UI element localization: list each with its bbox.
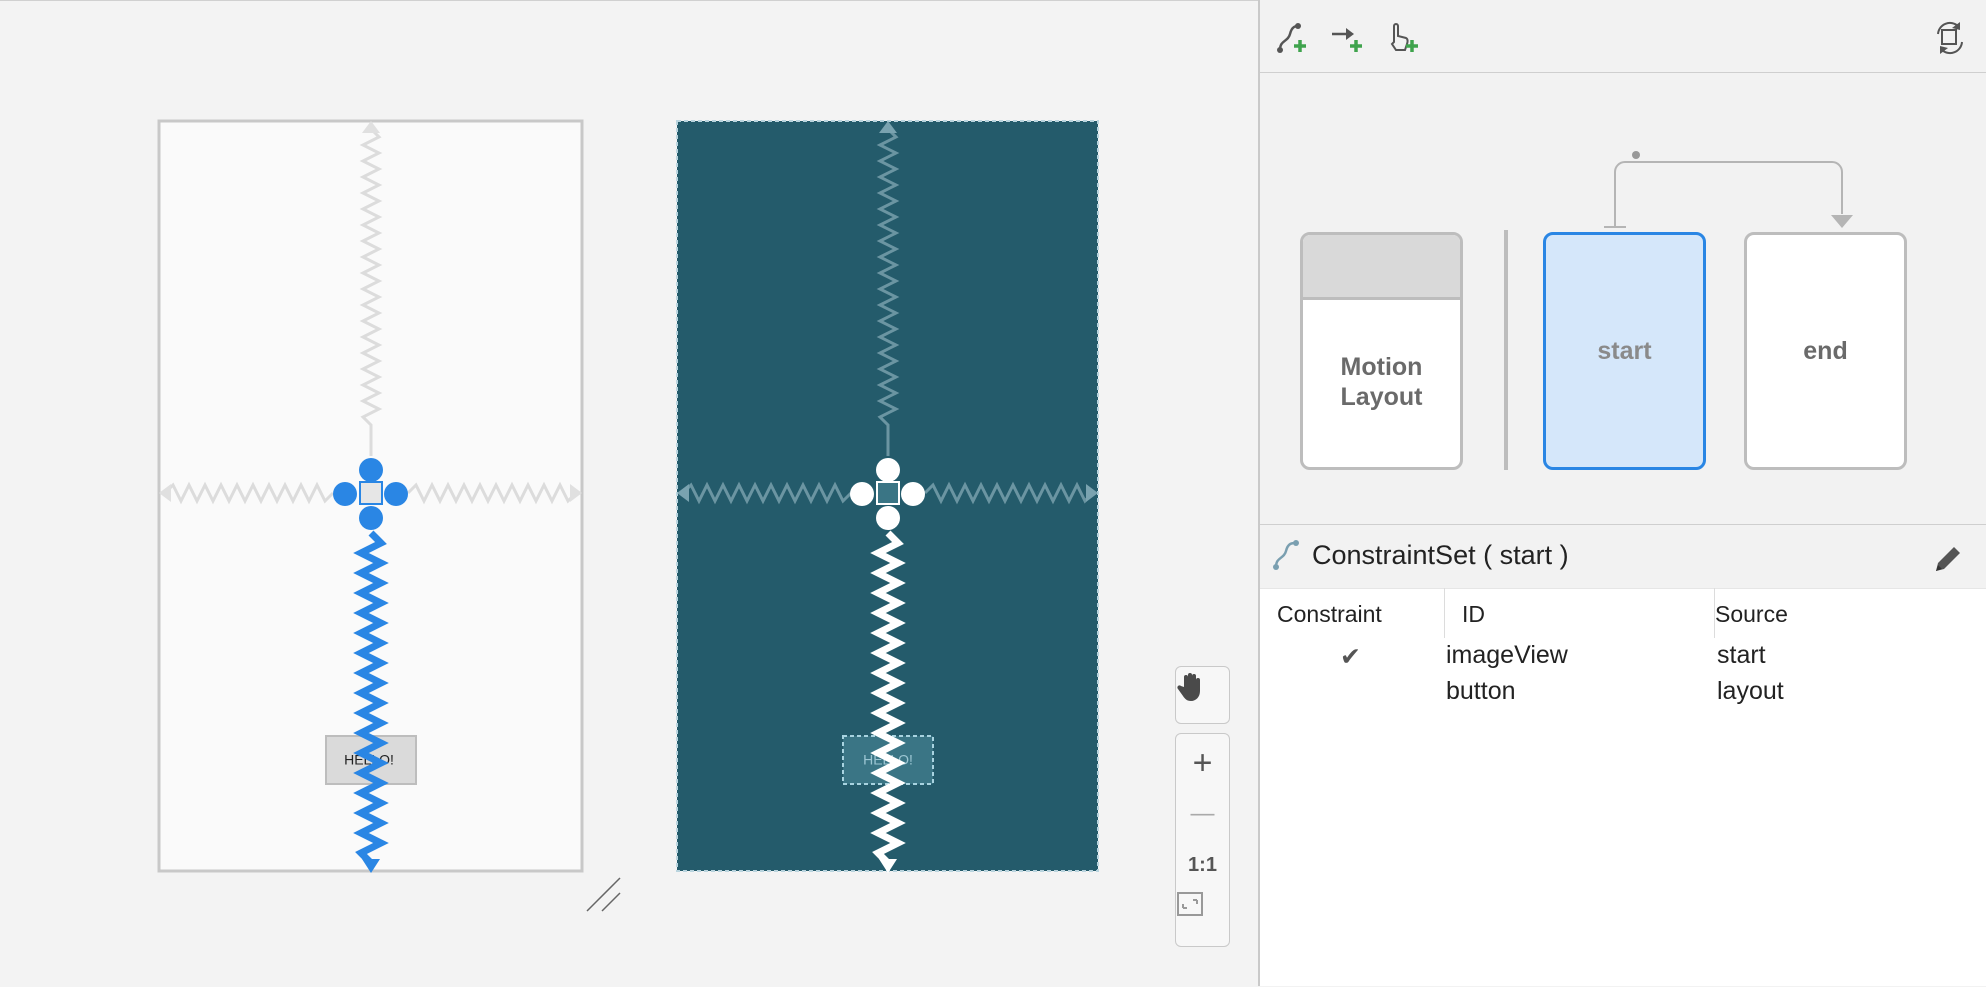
row-constraint-check: ✔ <box>1340 643 1361 671</box>
design-canvas: HELLO! HELLO! <box>157 119 1099 912</box>
transition-graph: Motion Layout start end <box>1260 72 1986 525</box>
top-handle-end[interactable] <box>876 458 900 482</box>
state-motion-layout[interactable]: Motion Layout <box>1300 232 1463 470</box>
state-start[interactable]: start <box>1543 232 1706 470</box>
actual-size-button[interactable]: 1:1 <box>1176 840 1229 890</box>
constraint-table-body: ✔ imageView start button layout <box>1260 638 1986 986</box>
constraintset-icon <box>1273 540 1299 570</box>
zoom-toolbar: + — 1:1 <box>1175 733 1230 947</box>
state-end-label: end <box>1803 337 1848 365</box>
hand-icon[interactable] <box>1176 671 1229 721</box>
constraintset-title: ConstraintSet ( start ) <box>1312 540 1569 570</box>
start-screen[interactable]: HELLO! <box>157 119 584 873</box>
left-handle-end[interactable] <box>850 482 874 506</box>
left-handle-start[interactable] <box>333 482 357 506</box>
zoom-out-button[interactable]: — <box>1176 789 1229 839</box>
fit-screen-icon[interactable] <box>1176 891 1229 941</box>
top-handle-start[interactable] <box>359 458 383 482</box>
column-header-constraint[interactable]: Constraint <box>1277 601 1382 628</box>
state-start-label: start <box>1597 337 1652 365</box>
cycle-layout-icon[interactable] <box>1932 20 1968 56</box>
end-screen[interactable]: HELLO! <box>676 120 1099 873</box>
state-end[interactable]: end <box>1744 232 1907 470</box>
design-canvas-area: HELLO! HELLO! + — 1:1 <box>0 0 1258 987</box>
table-row[interactable]: ✔ imageView start <box>1260 638 1986 674</box>
column-header-id[interactable]: ID <box>1462 601 1485 628</box>
bottom-handle-end[interactable] <box>876 506 900 530</box>
row-id: imageView <box>1446 641 1568 669</box>
zoom-in-button[interactable]: + <box>1176 738 1229 788</box>
create-click-handler-icon[interactable] <box>1386 20 1422 56</box>
right-handle-start[interactable] <box>384 482 408 506</box>
bottom-handle-start[interactable] <box>359 506 383 530</box>
column-header-source[interactable]: Source <box>1715 601 1788 628</box>
create-constraintset-icon[interactable] <box>1274 20 1310 56</box>
row-id: button <box>1446 677 1516 705</box>
row-source: layout <box>1717 677 1784 705</box>
create-transition-icon[interactable] <box>1330 20 1366 56</box>
motion-editor-panel: Motion Layout start end ConstraintSet ( … <box>1258 0 1986 986</box>
constraintset-header: ConstraintSet ( start ) <box>1260 525 1986 587</box>
state-motion-layout-label: Motion Layout <box>1340 353 1423 411</box>
pan-toolbar <box>1175 666 1230 724</box>
right-handle-end[interactable] <box>901 482 925 506</box>
resize-handle-icon[interactable] <box>586 877 621 912</box>
pencil-icon[interactable] <box>1932 541 1966 575</box>
motion-toolbar <box>1260 0 1986 73</box>
table-row[interactable]: button layout <box>1260 674 1986 710</box>
constraint-table-header: Constraint ID Source <box>1260 588 1986 640</box>
row-source: start <box>1717 641 1766 669</box>
